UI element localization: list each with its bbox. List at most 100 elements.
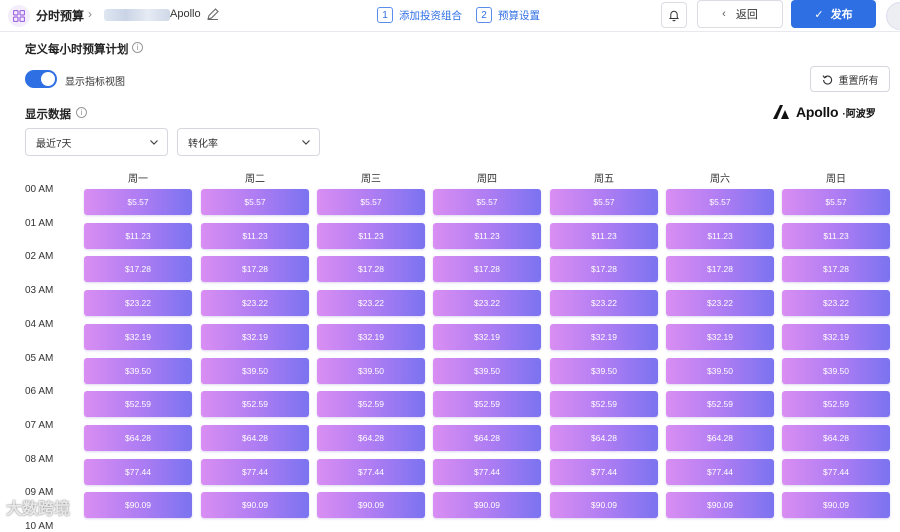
budget-cell[interactable]: $64.28 [317,425,425,451]
budget-cell[interactable]: $11.23 [550,223,658,249]
budget-cell[interactable]: $23.22 [317,290,425,316]
budget-cell[interactable]: $11.23 [782,223,890,249]
budget-cell[interactable]: $11.23 [317,223,425,249]
budget-cell[interactable]: $39.50 [666,358,774,384]
budget-cell[interactable]: $77.44 [666,459,774,485]
budget-cell[interactable]: $77.44 [84,459,192,485]
budget-cell[interactable]: $90.09 [666,492,774,518]
hour-label: 08 AM [25,454,54,465]
day-header: 周一 [128,174,148,185]
budget-cell[interactable]: $52.59 [201,391,309,417]
budget-cell[interactable]: $23.22 [782,290,890,316]
budget-cell[interactable]: $64.28 [433,425,541,451]
budget-cell[interactable]: $64.28 [666,425,774,451]
back-button[interactable]: ‹ 返回 [697,0,783,28]
budget-cell[interactable]: $23.22 [84,290,192,316]
budget-cell[interactable]: $5.57 [433,189,541,215]
budget-cell[interactable]: $52.59 [666,391,774,417]
blurred-campaign-prefix [104,9,170,21]
budget-cell[interactable]: $52.59 [433,391,541,417]
step-1[interactable]: 1 添加投资组合 [377,5,462,25]
budget-cell[interactable]: $5.57 [84,189,192,215]
budget-cell[interactable]: $5.57 [782,189,890,215]
budget-cell[interactable]: $90.09 [550,492,658,518]
budget-cell[interactable]: $90.09 [201,492,309,518]
budget-cell[interactable]: $39.50 [201,358,309,384]
info-icon[interactable]: i [76,107,87,118]
budget-cell[interactable]: $5.57 [666,189,774,215]
budget-cell[interactable]: $90.09 [433,492,541,518]
hour-label: 03 AM [25,285,54,296]
budget-cell[interactable]: $64.28 [84,425,192,451]
check-icon: ✓ [814,8,824,21]
budget-cell[interactable]: $23.22 [666,290,774,316]
budget-cell[interactable]: $23.22 [433,290,541,316]
apollo-logo-mark [773,105,789,119]
budget-cell[interactable]: $64.28 [782,425,890,451]
budget-cell[interactable]: $11.23 [84,223,192,249]
budget-cell[interactable]: $32.19 [84,324,192,350]
budget-cell[interactable]: $77.44 [550,459,658,485]
budget-cell[interactable]: $39.50 [84,358,192,384]
budget-cell[interactable]: $5.57 [201,189,309,215]
budget-cell[interactable]: $77.44 [782,459,890,485]
budget-cell[interactable]: $52.59 [550,391,658,417]
budget-cell[interactable]: $23.22 [201,290,309,316]
budget-cell[interactable]: $17.28 [782,256,890,282]
budget-cell[interactable]: $90.09 [317,492,425,518]
budget-cell[interactable]: $5.57 [317,189,425,215]
info-icon[interactable]: i [132,42,143,53]
budget-cell[interactable]: $11.23 [201,223,309,249]
avatar[interactable] [886,2,900,30]
budget-cell[interactable]: $39.50 [433,358,541,384]
budget-cell[interactable]: $39.50 [317,358,425,384]
metric-view-toggle[interactable] [25,70,57,88]
budget-cell[interactable]: $39.50 [550,358,658,384]
chevron-down-icon [150,140,158,145]
budget-cell[interactable]: $17.28 [433,256,541,282]
budget-cell[interactable]: $32.19 [782,324,890,350]
publish-button[interactable]: ✓ 发布 [791,0,876,28]
metric-select[interactable]: 转化率 [177,128,320,156]
budget-cell[interactable]: $32.19 [201,324,309,350]
budget-cell[interactable]: $52.59 [317,391,425,417]
day-header: 周日 [826,174,846,185]
date-range-select[interactable]: 最近7天 [25,128,168,156]
budget-cell[interactable]: $5.57 [550,189,658,215]
budget-cell[interactable]: $52.59 [84,391,192,417]
reset-all-button[interactable]: 重置所有 [810,66,890,92]
day-header: 周四 [477,174,497,185]
budget-cell[interactable]: $32.19 [550,324,658,350]
budget-cell[interactable]: $77.44 [433,459,541,485]
budget-cell[interactable]: $77.44 [317,459,425,485]
chevron-right-icon: › [88,7,92,21]
pencil-icon[interactable] [206,7,220,26]
budget-cell[interactable]: $17.28 [666,256,774,282]
budget-cell[interactable]: $11.23 [433,223,541,249]
budget-cell[interactable]: $32.19 [666,324,774,350]
budget-cell[interactable]: $64.28 [201,425,309,451]
apollo-logo: Apollo ·阿波罗 [773,104,876,120]
budget-cell[interactable]: $32.19 [433,324,541,350]
notification-button[interactable] [661,2,687,28]
back-label: 返回 [735,9,758,21]
budget-cell[interactable]: $17.28 [201,256,309,282]
budget-cell[interactable]: $77.44 [201,459,309,485]
budget-cell[interactable]: $17.28 [84,256,192,282]
hour-label: 04 AM [25,319,54,330]
budget-cell[interactable]: $17.28 [317,256,425,282]
budget-cell[interactable]: $64.28 [550,425,658,451]
top-bar: 分时预算 › Apollo 1 添加投资组合 2 预算设置 ‹ 返回 ✓ 发布 [0,0,900,32]
budget-cell[interactable]: $11.23 [666,223,774,249]
budget-cell[interactable]: $17.28 [550,256,658,282]
budget-cell[interactable]: $52.59 [782,391,890,417]
step-1-number: 1 [377,7,393,23]
budget-cell[interactable]: $90.09 [84,492,192,518]
budget-cell[interactable]: $39.50 [782,358,890,384]
step-2[interactable]: 2 预算设置 [476,5,540,25]
budget-cell[interactable]: $90.09 [782,492,890,518]
budget-cell[interactable]: $23.22 [550,290,658,316]
budget-cell[interactable]: $32.19 [317,324,425,350]
grid-icon[interactable] [8,5,30,27]
reset-icon [822,74,832,85]
